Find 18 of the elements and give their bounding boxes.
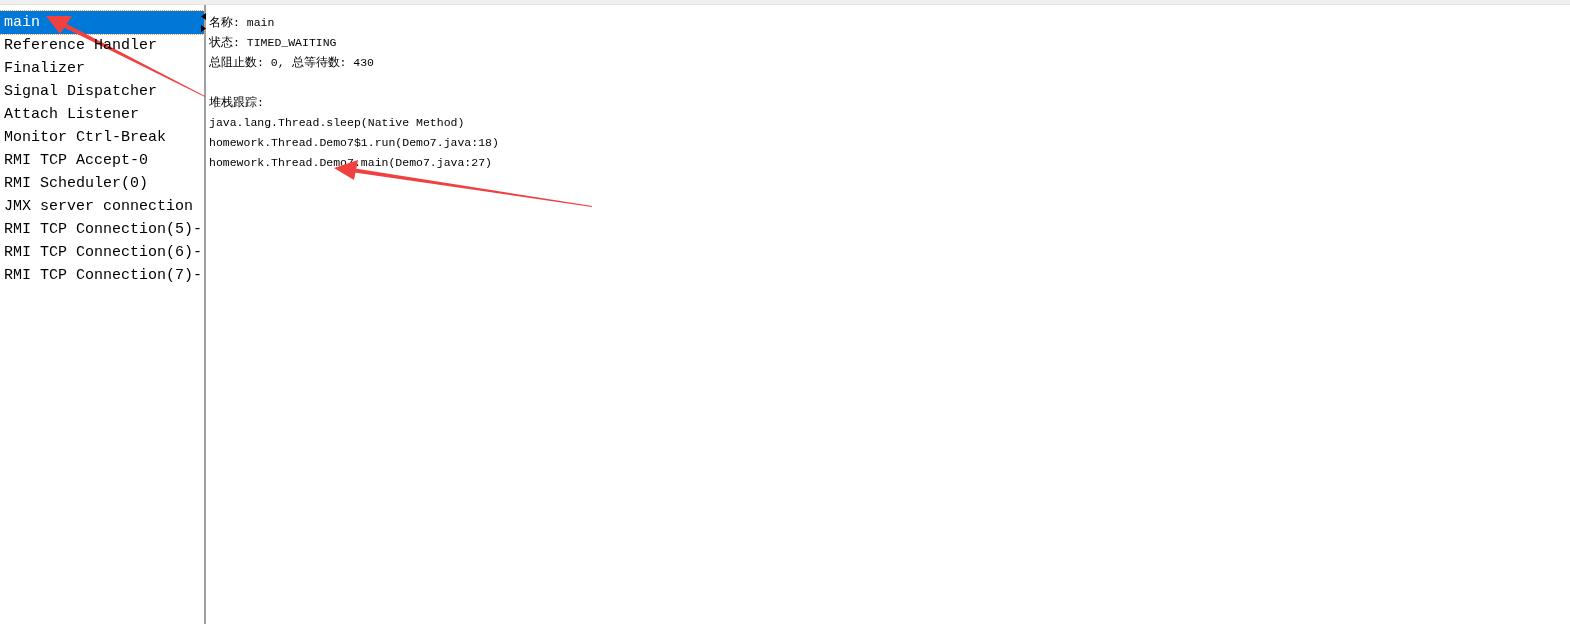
- thread-list-item[interactable]: Signal Dispatcher: [0, 80, 204, 103]
- thread-list-item[interactable]: Finalizer: [0, 57, 204, 80]
- stack-frame: java.lang.Thread.sleep(Native Method): [209, 113, 1570, 133]
- detail-line: 名称: main: [209, 15, 276, 31]
- thread-list-item[interactable]: RMI TCP Connection(6)-: [0, 241, 204, 264]
- stack-trace-heading: 堆栈跟踪:: [209, 95, 265, 111]
- thread-list-item[interactable]: RMI TCP Connection(5)-: [0, 218, 204, 241]
- stack-frame: homework.Thread.Demo7$1.run(Demo7.java:18): [209, 133, 1570, 153]
- detail-line: 总阻止数: 0, 总等待数: 430: [209, 55, 375, 71]
- thread-list-item[interactable]: RMI TCP Accept-0: [0, 149, 204, 172]
- detail-line: 状态: TIMED_WAITING: [209, 35, 338, 51]
- splitter-arrows-icon[interactable]: [201, 13, 206, 33]
- thread-list-item[interactable]: JMX server connection: [0, 195, 204, 218]
- thread-list-item[interactable]: RMI TCP Connection(7)-: [0, 264, 204, 287]
- thread-list-item[interactable]: RMI Scheduler(0): [0, 172, 204, 195]
- thread-list-item[interactable]: Monitor Ctrl-Break: [0, 126, 204, 149]
- thread-list-item[interactable]: Attach Listener: [0, 103, 204, 126]
- thread-list-item[interactable]: main: [0, 11, 204, 34]
